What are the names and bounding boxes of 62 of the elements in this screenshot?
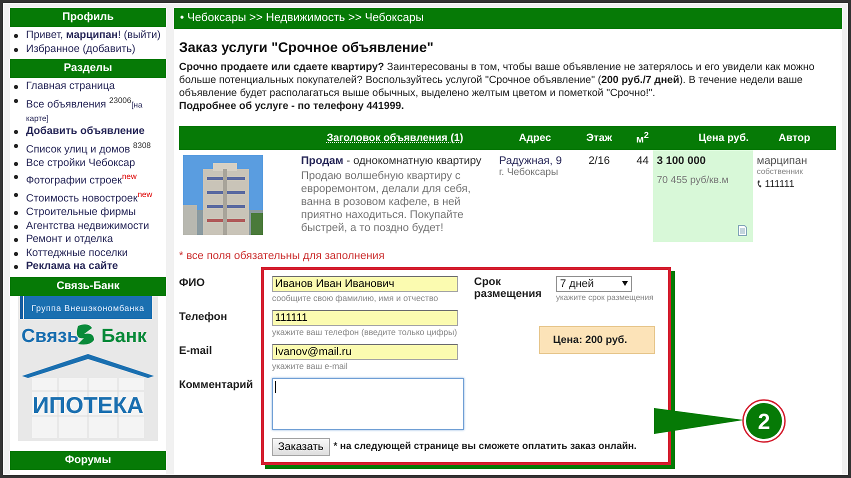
field-label: ФИО (179, 276, 206, 290)
section-header: Форумы (10, 450, 166, 470)
term-dropdown[interactable]: 7 дней (556, 276, 632, 292)
sidebar-link[interactable]: Список улиц и домов $^{8308}$ (26, 138, 166, 157)
text-field[interactable]: Иванов Иван Иванович (272, 276, 458, 292)
sidebar-link[interactable]: Привет, марципан! (выйти) (26, 29, 166, 42)
payment-note: * на следующей странице вы сможете оплатить заказ онлайн. (334, 441, 637, 452)
breadcrumb-bar: • Чебоксары >> Недвижимость >> Чебоксары (174, 8, 842, 29)
column-header: Этаж (575, 126, 624, 150)
column-header: Автор (752, 126, 836, 150)
field-hint: укажите ваш e-mail (272, 360, 349, 370)
phone-number: 111111 (764, 178, 794, 190)
column-header: Цена руб. (652, 126, 753, 150)
sidebar-link[interactable]: Добавить объявление (26, 125, 166, 139)
price-box: Цена: 200 руб. (539, 326, 655, 354)
field-hint: укажите ваш телефон (введите только цифры) (272, 326, 458, 336)
sidebar-link[interactable]: Коттеджные поселки (26, 246, 166, 260)
sidebar-link[interactable]: Фотографии строек$^{new}$ (26, 170, 166, 188)
text-field[interactable]: Ivanov@mail.ru (272, 344, 458, 360)
phone-icon (756, 180, 763, 188)
text-field[interactable]: 111111 (272, 310, 458, 326)
sidebar-link[interactable]: Ремонт и отделка (26, 233, 166, 247)
page-title: Заказ услуги "Срочное объявление" (179, 39, 435, 55)
sidebar-link[interactable]: Все стройки Чебоксар (26, 156, 166, 170)
author-name: марципан (756, 154, 808, 166)
price: 3 100 000 (656, 154, 707, 166)
sidebar-link[interactable]: Стоимость новостроек$^{new}$ (26, 188, 166, 206)
column-header: м$^{2}$ (623, 126, 653, 150)
section-header: Разделы (10, 59, 166, 78)
required-note: * все поля обязательны для заполнения (179, 250, 386, 262)
city: г. Чебоксары (499, 166, 560, 178)
field-label: E-mail (179, 344, 214, 358)
order-button[interactable]: Заказать (272, 438, 330, 456)
listing-description: Продаю волшебную квартиру с евроремонтом, делали для себя, ванна в розовом кафеле, в ней приятно находиться. Покупайте быстрей, а то поздно будет! (301, 170, 472, 234)
document-icon[interactable] (738, 224, 747, 236)
text-cursor (275, 380, 276, 392)
column-header[interactable]: Заголовок объявления (1) (179, 126, 495, 150)
sidebar-link[interactable]: Реклама на сайте (26, 260, 166, 274)
floor: 2/16 (575, 150, 624, 242)
bank-banner[interactable]: Группа Внешэкономбанка Связь Банк ИПОТЕКА (18, 296, 158, 441)
field-hint: укажите срок размещения (556, 292, 654, 302)
price-per-meter: 70 455 руб/кв.м (656, 174, 730, 186)
area: 44 (623, 150, 653, 242)
sidebar-link[interactable]: Избранное (добавить) (26, 42, 166, 56)
section-header: Профиль (10, 8, 166, 27)
section-header: Связь-Банк (10, 276, 166, 296)
intro-paragraph: Срочно продаете или сдаете квартиру? Заинтересованы в том, чтобы ваше объявление не затерялось и его увидели как можно больше потенциальных покупателей? Воспользуйтесь услугой "Срочное объявление" (200 руб./7 дней). В течение недели ваше объявление будет располагаться выше обычных, выделено желтым цветом и пометкой "Срочно!". (179, 61, 816, 100)
contact-line: Подробнее об услуге - по телефону 441999. (179, 100, 406, 113)
field-label: Телефон (179, 310, 228, 324)
address: Радужная, 9 (499, 154, 562, 166)
author-type: собственник (756, 166, 804, 176)
sidebar-link[interactable]: Главная страница (26, 80, 166, 94)
listing-title[interactable]: Продам - однокомнатную квартиру (301, 154, 482, 166)
dropdown-arrow-icon (622, 281, 628, 286)
sidebar-link[interactable]: Все объявления $^{23006}$[на карте] (26, 94, 166, 126)
column-header: Адрес (495, 126, 575, 150)
field-label: Комментарий (179, 378, 254, 392)
comment-field[interactable] (272, 378, 464, 430)
field-hint: сообщите свою фамилию, имя и отчество (272, 292, 440, 302)
sidebar-link[interactable]: Агентства недвижимости (26, 220, 166, 234)
sidebar-link[interactable]: Строительные фирмы (26, 206, 166, 220)
term-label: Срок размещения (474, 276, 543, 302)
